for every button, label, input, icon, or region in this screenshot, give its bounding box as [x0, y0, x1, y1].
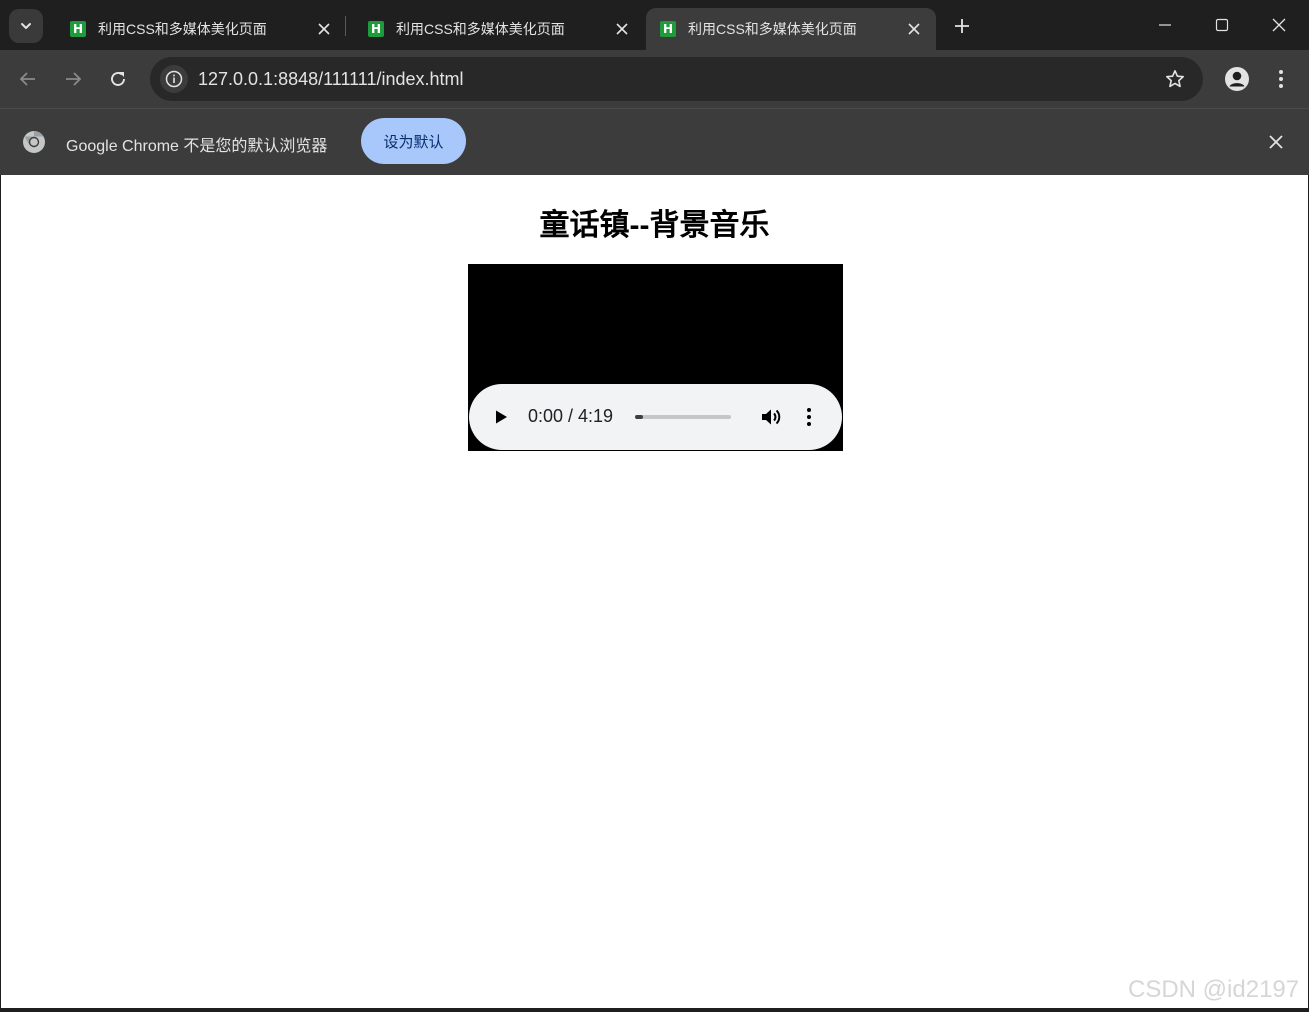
progress-slider[interactable] [635, 415, 731, 419]
tab-title: 利用CSS和多媒体美化页面 [688, 21, 857, 37]
chrome-logo-icon [23, 131, 45, 153]
infobar-message: Google Chrome 不是您的默认浏览器 [66, 138, 328, 155]
tab-title: 利用CSS和多媒体美化页面 [98, 21, 267, 37]
favicon-icon: H [660, 21, 676, 37]
site-info-button[interactable] [160, 65, 188, 93]
close-icon [1269, 135, 1283, 149]
page-title: 童话镇--背景音乐 [539, 209, 770, 242]
tab-strip: H 利用CSS和多媒体美化页面 H 利用CSS和多媒体美化页面 H 利用CSS和… [0, 0, 1309, 50]
star-icon [1166, 70, 1184, 88]
browser-toolbar: 127.0.0.1:8848/111111/index.html [0, 50, 1309, 108]
infobar-close-button[interactable] [1264, 130, 1288, 154]
default-browser-infobar: Google Chrome 不是您的默认浏览器 设为默认 [0, 109, 1309, 175]
media-player[interactable]: 0:00 / 4:19 [468, 264, 843, 451]
profile-icon [1225, 67, 1249, 91]
favicon-icon: H [70, 21, 86, 37]
minimize-icon [1159, 24, 1171, 26]
play-icon [496, 410, 507, 424]
progress-fill [635, 415, 643, 419]
info-icon [165, 70, 183, 88]
url-text[interactable]: 127.0.0.1:8848/111111/index.html [198, 69, 464, 90]
maximize-icon [1215, 18, 1229, 32]
page-viewport: 童话镇--背景音乐 0:00 / 4:19 [1, 175, 1308, 1008]
back-icon [19, 72, 35, 86]
audio-controls: 0:00 / 4:19 [469, 384, 842, 450]
tab-2[interactable]: H 利用CSS和多媒体美化页面 [354, 8, 644, 50]
reload-icon [111, 72, 125, 86]
more-options-button[interactable] [799, 404, 819, 430]
set-default-button[interactable]: 设为默认 [361, 118, 466, 164]
close-icon[interactable] [314, 19, 334, 39]
tab-1[interactable]: H 利用CSS和多媒体美化页面 [56, 8, 346, 50]
back-button[interactable] [11, 62, 45, 96]
watermark: CSDN @id2197 [1128, 976, 1300, 1003]
plus-icon [955, 19, 969, 33]
bookmark-button[interactable] [1163, 67, 1187, 91]
tab-3-active[interactable]: H 利用CSS和多媒体美化页面 [646, 8, 936, 50]
forward-button[interactable] [56, 62, 90, 96]
kebab-icon [807, 408, 811, 426]
maximize-button[interactable] [1194, 0, 1250, 50]
minimize-button[interactable] [1137, 0, 1193, 50]
new-tab-button[interactable] [948, 12, 976, 40]
volume-button[interactable] [758, 404, 784, 430]
close-icon[interactable] [612, 19, 632, 39]
profile-button[interactable] [1221, 63, 1253, 95]
time-display: 0:00 / 4:19 [528, 406, 614, 426]
close-icon[interactable] [904, 19, 924, 39]
tab-separator [345, 16, 346, 36]
tab-search-button[interactable] [9, 9, 43, 43]
kebab-icon [1279, 70, 1283, 88]
window-bottom-edge [0, 1008, 1309, 1012]
tab-title: 利用CSS和多媒体美化页面 [396, 21, 565, 37]
reload-button[interactable] [101, 62, 135, 96]
chevron-down-icon [21, 23, 31, 29]
forward-icon [66, 72, 82, 86]
volume-icon [762, 409, 781, 425]
favicon-icon: H [368, 21, 384, 37]
play-button[interactable] [489, 405, 513, 429]
address-bar[interactable]: 127.0.0.1:8848/111111/index.html [150, 57, 1203, 101]
window-close-button[interactable] [1251, 0, 1307, 50]
chrome-menu-button[interactable] [1268, 63, 1294, 95]
close-icon [1272, 18, 1286, 32]
